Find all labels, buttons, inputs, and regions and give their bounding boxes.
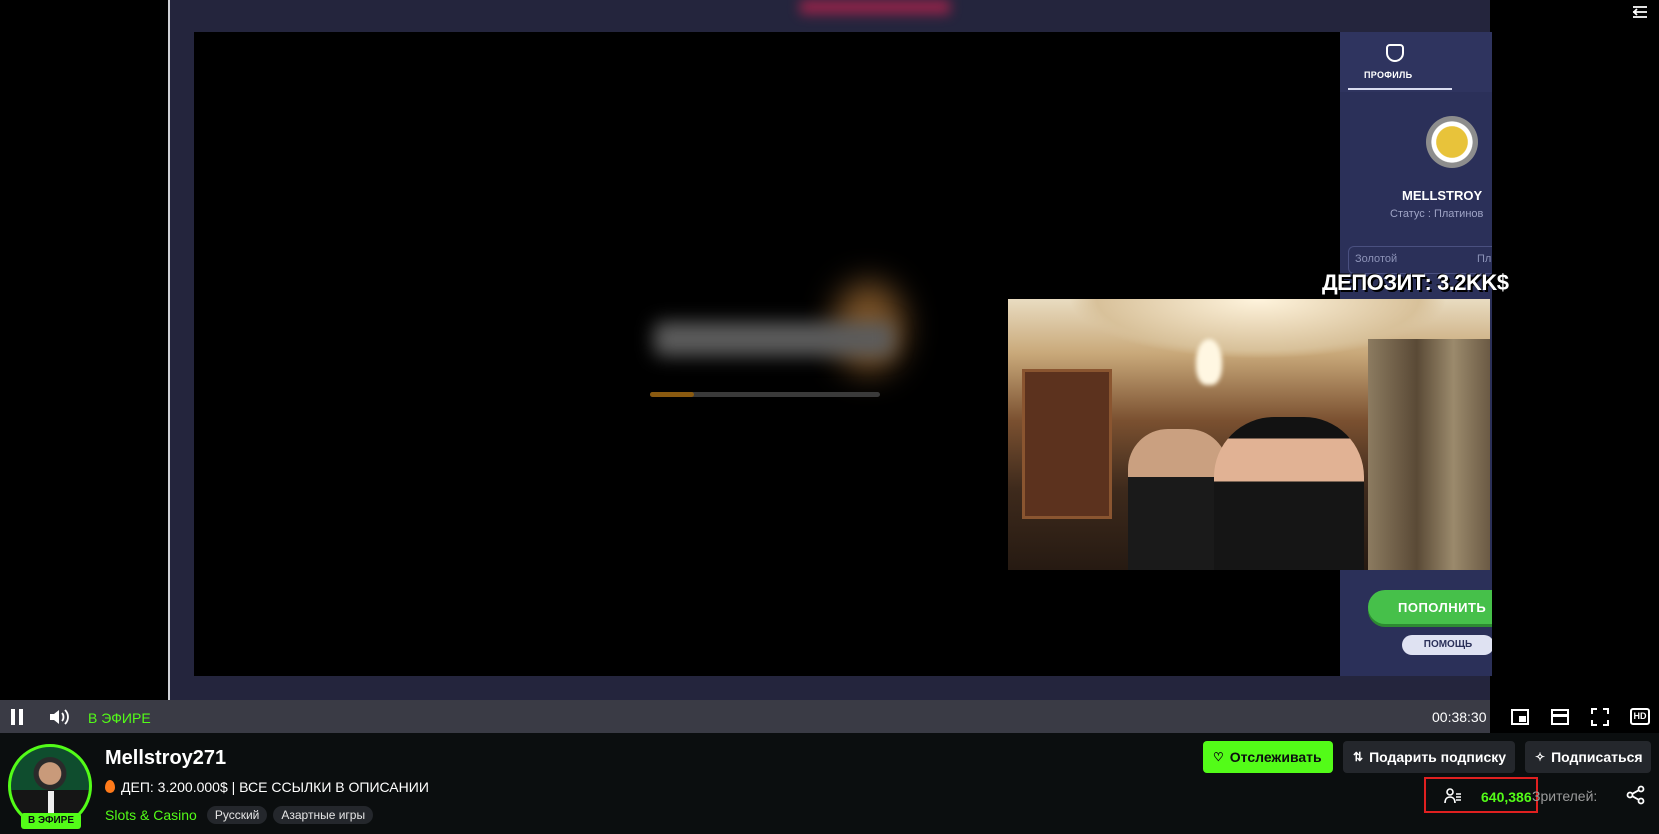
webcam-chandelier bbox=[1196, 339, 1222, 385]
player-controls: В ЭФИРЕ 00:38:30 HD bbox=[0, 701, 1659, 733]
deposit-overlay: ДЕПОЗИТ: 3.2KK$ bbox=[1322, 270, 1509, 295]
tag-language[interactable]: Русский bbox=[206, 806, 268, 824]
live-indicator: В ЭФИРЕ bbox=[88, 710, 151, 726]
level-current: Золотой bbox=[1355, 253, 1398, 265]
video-player[interactable]: ПРОФИЛЬ MELLSTROY Статус : Платинов Золо… bbox=[0, 0, 1659, 733]
help-label: ПОМОЩЬ bbox=[1423, 639, 1473, 650]
webcam-person-right bbox=[1214, 417, 1364, 570]
fullscreen-icon[interactable] bbox=[1590, 707, 1610, 727]
tag-gambling[interactable]: Азартные игры bbox=[273, 806, 374, 824]
viewers-label: Зрителей: bbox=[1532, 788, 1598, 804]
follow-label: Отслеживать bbox=[1229, 749, 1322, 765]
casino-status: Статус : Платинов bbox=[1390, 208, 1484, 220]
sparkle-icon: ✧ bbox=[1535, 750, 1546, 764]
webcam-person-left bbox=[1128, 429, 1228, 570]
profile-tab-label: ПРОФИЛЬ bbox=[1364, 70, 1413, 80]
webcam-curtain bbox=[1368, 339, 1490, 570]
quality-button[interactable]: HD bbox=[1630, 708, 1650, 725]
subscribe-button[interactable]: ✧ Подписаться bbox=[1525, 741, 1651, 773]
topup-label: ПОПОЛНИТЬ bbox=[1398, 600, 1487, 615]
category-link[interactable]: Slots & Casino bbox=[105, 807, 197, 823]
viewers-icon bbox=[1444, 788, 1461, 804]
channel-name[interactable]: Mellstroy271 bbox=[105, 747, 226, 770]
volume-icon[interactable] bbox=[48, 707, 70, 727]
fire-icon bbox=[105, 780, 115, 793]
tags-row: Slots & Casino Русский Азартные игры bbox=[105, 806, 374, 824]
subscribe-label: Подписаться bbox=[1551, 749, 1643, 765]
theater-mode-icon[interactable] bbox=[1550, 707, 1570, 727]
mini-player-icon[interactable] bbox=[1510, 707, 1530, 727]
channel-avatar-wrap[interactable]: В ЭФИРЕ bbox=[8, 744, 92, 829]
webcam-door bbox=[1022, 369, 1112, 519]
gift-sub-label: Подарить подписку bbox=[1369, 749, 1507, 765]
stream-title: ДЕП: 3.200.000$ | ВСЕ ССЫЛКИ В ОПИСАНИИ bbox=[121, 779, 429, 795]
loading-bar bbox=[650, 392, 880, 397]
casino-username: MELLSTROY bbox=[1402, 188, 1483, 203]
viewer-count-highlight: 640,386 bbox=[1424, 777, 1538, 813]
blurred-text bbox=[654, 322, 894, 356]
collapse-sidebar-icon[interactable] bbox=[1630, 2, 1650, 22]
profile-tab: ПРОФИЛЬ bbox=[1340, 32, 1492, 92]
level-next: Пл bbox=[1477, 253, 1492, 265]
stream-title-row: ДЕП: 3.200.000$ | ВСЕ ССЫЛКИ В ОПИСАНИИ bbox=[105, 779, 429, 797]
casino-avatar bbox=[1426, 116, 1478, 168]
channel-info-bar: В ЭФИРЕ Mellstroy271 ДЕП: 3.200.000$ | В… bbox=[0, 733, 1659, 834]
gift-icon: ⇅ bbox=[1353, 750, 1364, 764]
topup-button: ПОПОЛНИТЬ bbox=[1368, 590, 1492, 624]
heart-icon: ♡ bbox=[1213, 750, 1224, 764]
shield-user-icon bbox=[1386, 44, 1404, 62]
gift-sub-button[interactable]: ⇅ Подарить подписку bbox=[1343, 741, 1515, 773]
help-button: ПОМОЩЬ bbox=[1402, 635, 1492, 655]
pause-icon[interactable] bbox=[10, 709, 24, 725]
webcam-feed bbox=[1008, 299, 1490, 570]
viewer-count: 640,386 bbox=[1481, 789, 1532, 805]
follow-button[interactable]: ♡ Отслеживать bbox=[1203, 741, 1333, 773]
tab-underline bbox=[1348, 88, 1452, 90]
share-icon[interactable] bbox=[1626, 785, 1646, 805]
live-badge: В ЭФИРЕ bbox=[21, 813, 81, 829]
stream-time: 00:38:30 bbox=[1432, 709, 1487, 725]
stream-page: ПРОФИЛЬ MELLSTROY Статус : Платинов Золо… bbox=[0, 0, 1659, 834]
